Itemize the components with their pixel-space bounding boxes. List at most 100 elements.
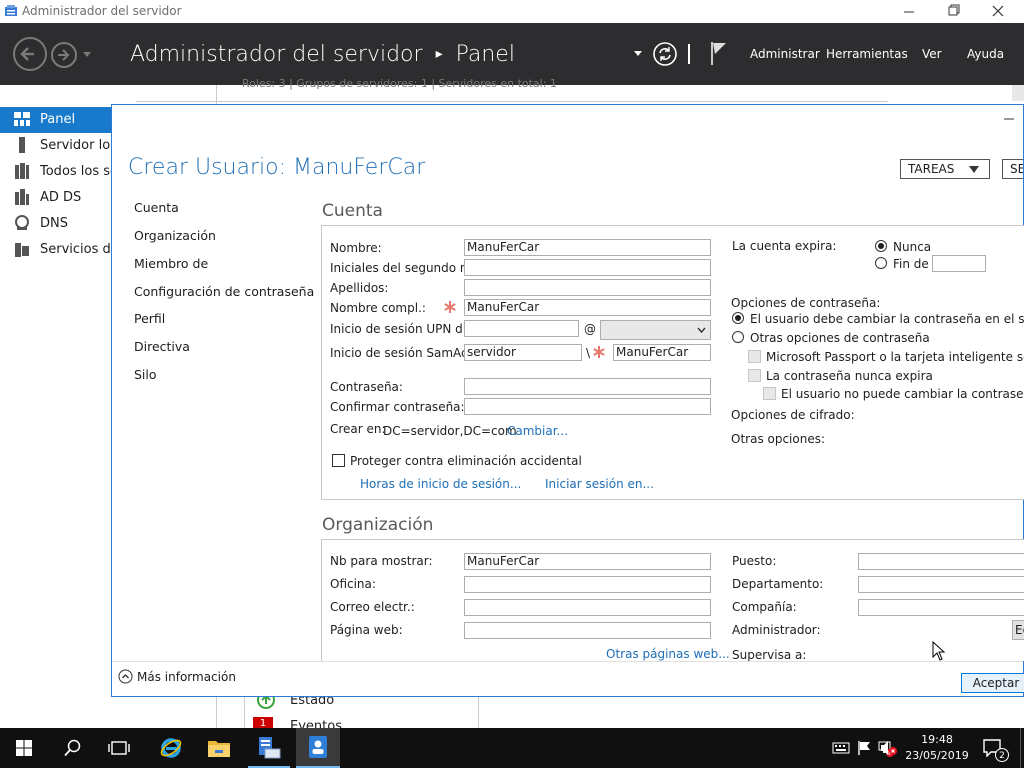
- pwd-must-change-radio[interactable]: [732, 312, 744, 324]
- menu-ayuda[interactable]: Ayuda: [967, 47, 1004, 61]
- password-options-label: Opciones de contraseña:: [731, 296, 881, 310]
- sam-domain-field[interactable]: servidor: [464, 344, 582, 361]
- sidebar-item-label: Servicios de archivos: [40, 242, 112, 257]
- sidebar-item-local-server[interactable]: Servidor local: [0, 133, 112, 159]
- confirm-password-field[interactable]: [464, 398, 711, 415]
- tasks-dropdown[interactable]: TAREAS: [900, 159, 990, 179]
- dialog-title: Crear Usuario: ManuFerCar: [128, 155, 426, 180]
- history-dropdown-icon[interactable]: [82, 51, 92, 59]
- display-name-field[interactable]: ManuFerCar: [464, 553, 711, 570]
- smartcard-checkbox[interactable]: [748, 350, 761, 363]
- create-in-label: Crear en:: [330, 422, 386, 436]
- action-flag-icon[interactable]: [857, 740, 873, 756]
- iniciales-field[interactable]: [464, 259, 711, 276]
- nav-silo[interactable]: Silo: [134, 367, 157, 382]
- expires-end-radio[interactable]: [875, 257, 887, 269]
- password-field[interactable]: [464, 378, 711, 395]
- search-icon[interactable]: [64, 739, 82, 757]
- header-dropdown-icon[interactable]: [633, 50, 643, 58]
- menu-herramientas[interactable]: Herramientas: [826, 47, 908, 61]
- expires-date-field[interactable]: [932, 255, 986, 272]
- file-explorer-icon[interactable]: [207, 737, 231, 759]
- pwd-other-options-radio[interactable]: [732, 331, 744, 343]
- nav-password-settings[interactable]: Configuración de contraseña: [134, 284, 314, 299]
- protect-deletion-checkbox[interactable]: [332, 454, 345, 467]
- show-desktop-button[interactable]: [1020, 728, 1024, 768]
- dialog-footer: Más información Aceptar: [112, 661, 1024, 696]
- job-title-field[interactable]: [858, 553, 1024, 570]
- tile-border-left: [244, 695, 245, 728]
- password-label: Contraseña:: [330, 380, 403, 394]
- background-scrollbar[interactable]: [1012, 85, 1024, 101]
- taskbar-server-manager[interactable]: [248, 728, 290, 768]
- speaker-muted-icon[interactable]: [880, 740, 898, 756]
- company-field[interactable]: [858, 599, 1024, 616]
- sidebar-item-label: DNS: [40, 216, 68, 231]
- menu-ver[interactable]: Ver: [922, 47, 942, 61]
- sam-separator: \: [586, 346, 591, 360]
- ad-ds-icon: [14, 189, 30, 205]
- menu-administrar[interactable]: Administrar: [750, 47, 820, 61]
- task-view-icon[interactable]: [108, 739, 130, 757]
- input-indicator-icon[interactable]: [832, 741, 850, 755]
- sections-dropdown[interactable]: SECCIONES: [1002, 159, 1023, 179]
- maximize-button[interactable]: [938, 2, 968, 20]
- sidebar-item-panel[interactable]: Panel: [0, 107, 112, 133]
- window-title: Administrador del servidor: [22, 4, 182, 18]
- notifications-flag-icon[interactable]: [709, 40, 729, 66]
- edit-manager-button[interactable]: Editar...: [1012, 620, 1024, 640]
- nav-miembro-de[interactable]: Miembro de: [134, 256, 208, 271]
- organization-panel: Nb para mostrar: ManuFerCar Oficina: Cor…: [321, 539, 1024, 661]
- background-strip-border: [136, 101, 888, 102]
- sidebar-item-file-services[interactable]: Servicios de archivos: [0, 237, 112, 263]
- cannot-change-pwd-checkbox[interactable]: [763, 387, 776, 400]
- back-button[interactable]: [12, 36, 48, 72]
- ok-button[interactable]: Aceptar: [961, 673, 1024, 693]
- change-container-link[interactable]: Cambiar...: [507, 424, 568, 438]
- expires-never-radio[interactable]: [875, 240, 887, 252]
- dialog-minimize-button[interactable]: [1002, 113, 1016, 123]
- other-web-pages-link[interactable]: Otras páginas web...: [606, 647, 730, 661]
- taskbar-ad-admin-center[interactable]: [296, 728, 340, 768]
- clock-time[interactable]: 19:48: [908, 733, 966, 746]
- smartcard-label: Microsoft Passport o la tarjeta intelige…: [766, 350, 1024, 364]
- close-button[interactable]: [983, 2, 1013, 20]
- email-field[interactable]: [464, 599, 711, 616]
- chevron-up-circle-icon[interactable]: [118, 669, 133, 684]
- nombre-field[interactable]: ManuFerCar: [464, 239, 711, 256]
- office-label: Oficina:: [330, 577, 376, 591]
- breadcrumb-page: Panel: [455, 42, 515, 67]
- sidebar-item-dns[interactable]: DNS: [0, 211, 112, 237]
- logon-to-link[interactable]: Iniciar sesión en...: [545, 477, 654, 491]
- nombre-compl-field[interactable]: ManuFerCar: [464, 299, 711, 316]
- breadcrumb-root: Administrador del servidor: [130, 42, 423, 67]
- office-field[interactable]: [464, 576, 711, 593]
- nav-perfil[interactable]: Perfil: [134, 311, 165, 326]
- nav-organizacion[interactable]: Organización: [134, 228, 216, 243]
- nav-directiva[interactable]: Directiva: [134, 339, 190, 354]
- sam-account-field[interactable]: ManuFerCar: [613, 344, 711, 361]
- start-windows-icon[interactable]: [16, 740, 32, 756]
- pwd-never-expires-checkbox[interactable]: [748, 369, 761, 382]
- web-page-field[interactable]: [464, 622, 711, 639]
- refresh-icon[interactable]: [652, 41, 678, 67]
- sidebar-item-all-servers[interactable]: Todos los servidores: [0, 159, 112, 185]
- clock-date[interactable]: 23/05/2019: [903, 749, 971, 762]
- required-asterisk-icon: [592, 345, 606, 359]
- internet-explorer-icon[interactable]: [159, 736, 183, 760]
- minimize-button[interactable]: [894, 2, 924, 20]
- department-field[interactable]: [858, 576, 1024, 593]
- account-expires-label: La cuenta expira:: [732, 239, 837, 253]
- nav-cuenta[interactable]: Cuenta: [134, 200, 179, 215]
- breadcrumb-separator: ▸: [435, 46, 443, 62]
- forward-button[interactable]: [50, 41, 78, 69]
- sidebar-item-ad-ds[interactable]: AD DS: [0, 185, 112, 211]
- more-info-toggle[interactable]: Más información: [137, 670, 236, 684]
- upn-field[interactable]: [464, 320, 579, 337]
- header-divider: [688, 44, 690, 64]
- upn-domain-select[interactable]: [600, 320, 711, 340]
- logon-hours-link[interactable]: Horas de inicio de sesión...: [360, 477, 521, 491]
- supervises-label: Supervisa a:: [732, 648, 807, 661]
- job-title-label: Puesto:: [732, 554, 777, 568]
- apellidos-field[interactable]: [464, 279, 711, 296]
